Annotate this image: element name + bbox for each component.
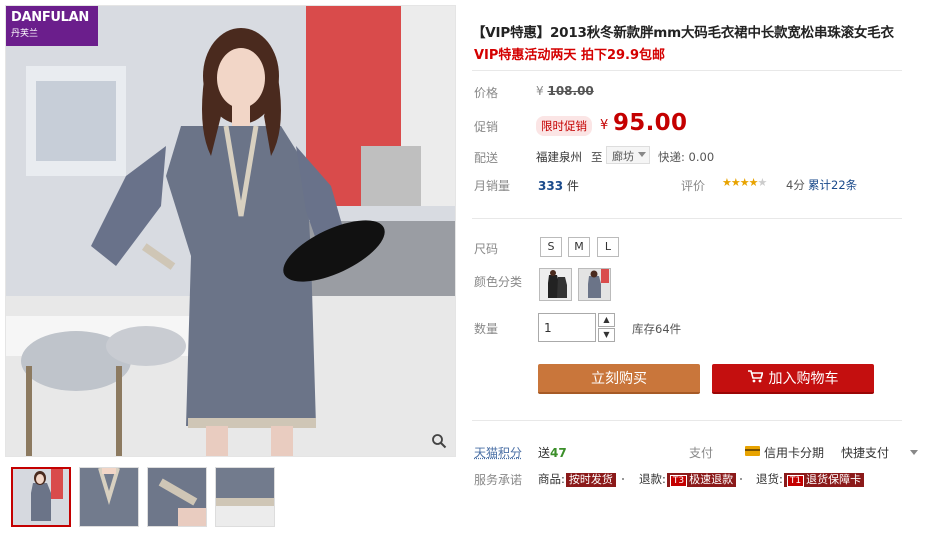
quantity-increase-button[interactable]: ▲ (598, 313, 615, 327)
destination-select[interactable]: 廊坊 (606, 146, 650, 164)
thumbnail-3[interactable] (147, 467, 207, 527)
return-guarantee-badge: T1 退货保障卡 (783, 473, 865, 487)
star-icon: ★ (722, 176, 732, 189)
divider (472, 218, 902, 219)
quantity-label: 数量 (474, 322, 499, 336)
payment-label: 支付 (689, 446, 714, 460)
star-icon: ★ (748, 176, 759, 189)
service-refund-label: 退款: (639, 472, 666, 486)
promo-label: 促销 (474, 120, 499, 134)
ship-to-label: 至 (591, 150, 603, 164)
credit-card-icon (745, 446, 760, 456)
monthly-sales-count: 333 (538, 179, 564, 193)
divider (472, 420, 902, 421)
currency-symbol: ¥ (536, 84, 544, 98)
return-code: T1 (786, 475, 805, 487)
magnifier-icon[interactable] (431, 433, 451, 453)
original-price: ¥ 108.00 (536, 84, 594, 98)
star-empty-icon: ★ (757, 176, 768, 189)
size-option-s[interactable]: S (540, 237, 562, 257)
fast-refund-badge: T3 极速退款 (666, 473, 737, 487)
separator-dot (740, 478, 742, 480)
credit-installment-link[interactable]: 信用卡分期 (764, 444, 824, 461)
product-title: 【VIP特惠】2013秋冬新款胖mm大码毛衣裙中长款宽松串珠滚女毛衣 (472, 25, 894, 41)
color-label: 颜色分类 (474, 275, 523, 289)
chevron-down-icon[interactable] (910, 450, 918, 455)
original-price-value: 108.00 (547, 84, 594, 98)
cart-icon (747, 365, 764, 395)
shipping-label: 配送 (474, 151, 499, 165)
buy-now-button[interactable]: 立刻购买 (538, 364, 700, 394)
on-time-delivery-badge: 按时发货 (565, 473, 616, 487)
brand-name: DANFULAN (11, 10, 89, 25)
return-tag: 退货保障卡 (806, 473, 862, 486)
size-label: 尺码 (474, 242, 499, 256)
model-photo-illustration (6, 6, 455, 456)
monthly-sales: 333 件 (538, 177, 579, 194)
thumbnail-1[interactable] (11, 467, 71, 527)
divider (472, 70, 902, 71)
main-product-photo[interactable]: DANFULAN 丹芙兰 (5, 5, 456, 457)
add-to-cart-label: 加入购物车 (768, 371, 839, 387)
review-count-link[interactable]: 累计22条 (808, 177, 857, 193)
service-goods-label: 商品: (538, 472, 565, 486)
refund-code: T3 (669, 475, 688, 487)
promo-line: VIP特惠活动两天 拍下29.9包邮 (474, 48, 666, 63)
star-icon: ★ (739, 176, 750, 189)
service-label: 服务承诺 (474, 473, 523, 487)
rating-score: 4分 (786, 178, 805, 192)
thumbnail-strip (11, 467, 283, 527)
separator-dot (622, 478, 624, 480)
thumbnail-4[interactable] (215, 467, 275, 527)
service-return[interactable]: 退货: T1 退货保障卡 (756, 471, 865, 487)
rating-label: 评价 (681, 179, 706, 193)
thumbnail-2[interactable] (79, 467, 139, 527)
tmall-points-link[interactable]: 天猫积分 (474, 444, 522, 461)
color-option-2[interactable] (578, 268, 611, 301)
tmall-points: 送47 (538, 444, 567, 461)
points-prefix: 送 (538, 446, 551, 460)
service-goods[interactable]: 商品: 按时发货 (538, 471, 616, 487)
star-icon: ★ (730, 176, 741, 189)
chevron-down-icon (638, 152, 646, 157)
express-fee: 快递: 0.00 (658, 150, 715, 164)
quantity-input[interactable]: 1 (538, 313, 596, 342)
refund-tag: 极速退款 (689, 473, 734, 486)
price-label: 价格 (474, 86, 499, 100)
points-value: 47 (550, 446, 567, 460)
service-refund[interactable]: 退款: T3 极速退款 (639, 471, 737, 487)
color-option-1[interactable] (539, 268, 572, 301)
add-to-cart-button[interactable]: 加入购物车 (712, 364, 874, 394)
monthly-sales-unit: 件 (566, 179, 579, 193)
product-details: 【VIP特惠】2013秋冬新款胖mm大码毛衣裙中长款宽松串珠滚女毛衣 VIP特惠… (472, 0, 927, 539)
monthly-sales-label: 月销量 (474, 179, 511, 193)
product-gallery: DANFULAN 丹芙兰 (5, 5, 456, 535)
size-option-m[interactable]: M (568, 237, 590, 257)
service-return-label: 退货: (756, 472, 783, 486)
brand-logo: DANFULAN 丹芙兰 (6, 6, 98, 46)
brand-subtitle: 丹芙兰 (11, 29, 39, 39)
ship-from: 福建泉州 (536, 150, 582, 164)
stock-count: 库存64件 (632, 322, 682, 336)
size-option-l[interactable]: L (597, 237, 619, 257)
currency-symbol: ¥ (600, 118, 609, 133)
current-price: 95.00 (613, 110, 688, 136)
quantity-decrease-button[interactable]: ▼ (598, 328, 615, 342)
destination-value: 廊坊 (612, 150, 634, 163)
star-rating: ★★★★★ (722, 176, 768, 189)
promo-badge: 限时促销 (536, 116, 592, 136)
quick-pay-link[interactable]: 快捷支付 (841, 444, 889, 461)
